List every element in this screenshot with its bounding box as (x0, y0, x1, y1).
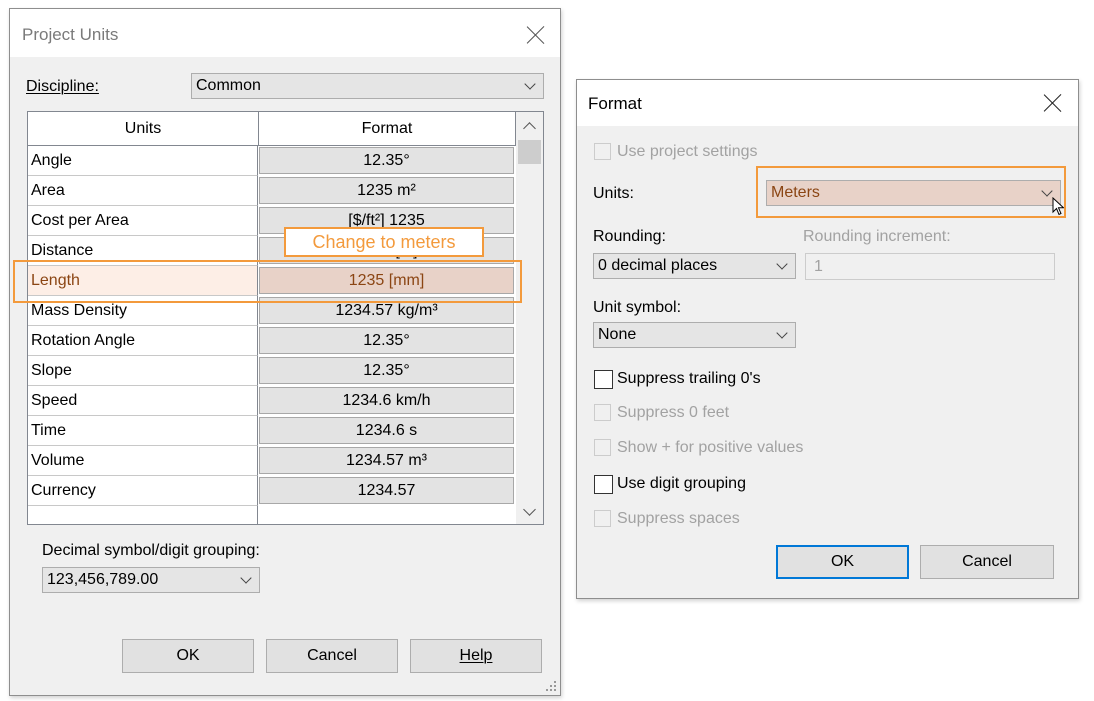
chevron-down-icon (1041, 185, 1053, 197)
unit-symbol-value: None (598, 326, 637, 343)
decimal-symbol-label: Decimal symbol/digit grouping: (42, 542, 260, 559)
digit-grouping-checkbox[interactable] (594, 475, 613, 494)
use-project-settings-label: Use project settings (617, 143, 758, 160)
format-cell-button[interactable]: 1234.6 s (259, 417, 514, 444)
units-cell: Area (28, 176, 258, 206)
format-cell-button[interactable]: 1235 m² (259, 177, 514, 204)
decimal-symbol-value: 123,456,789.00 (47, 571, 159, 588)
close-icon[interactable] (526, 25, 546, 45)
suppress-spaces-label: Suppress spaces (617, 510, 740, 527)
format-cancel-button[interactable]: Cancel (920, 545, 1054, 579)
units-cell: Speed (28, 386, 258, 416)
format-cell-button[interactable]: 1235 [mm] (259, 267, 514, 294)
decimal-symbol-select[interactable]: 123,456,789.00 (42, 567, 260, 593)
units-cell: Slope (28, 356, 258, 386)
suppress-trailing-zeros-label: Suppress trailing 0's (617, 370, 761, 387)
units-cell: Time (28, 416, 258, 446)
units-cell: Length (28, 266, 258, 296)
table-row[interactable]: Speed 1234.6 km/h (28, 386, 516, 416)
scrollbar-thumb[interactable] (518, 140, 541, 164)
format-titlebar: Format (577, 80, 1078, 126)
rounding-increment-label: Rounding increment: (803, 228, 951, 245)
format-ok-button[interactable]: OK (776, 545, 909, 579)
units-cell: Distance (28, 236, 258, 266)
project-units-title: Project Units (22, 25, 119, 44)
scroll-up-icon[interactable] (523, 122, 536, 135)
rounding-label: Rounding: (593, 228, 666, 245)
units-cell: Volume (28, 446, 258, 476)
discipline-label: Discipline: (26, 78, 99, 95)
mouse-cursor-icon (1052, 197, 1065, 216)
table-row[interactable]: Volume 1234.57 m³ (28, 446, 516, 476)
change-to-meters-callout: Change to meters (284, 227, 484, 257)
show-plus-label: Show + for positive values (617, 439, 804, 456)
units-cell: Currency (28, 476, 258, 506)
units-cell: Angle (28, 146, 258, 176)
units-cell-empty (28, 506, 258, 524)
rounding-increment-value: 1 (814, 257, 823, 275)
project-units-titlebar: Project Units (10, 9, 560, 57)
scroll-down-icon[interactable] (523, 503, 536, 516)
column-header-units: Units (28, 112, 259, 146)
discipline-value: Common (196, 77, 261, 94)
chevron-down-icon (776, 327, 788, 339)
discipline-select[interactable]: Common (191, 73, 544, 99)
suppress-spaces-checkbox[interactable] (594, 510, 611, 527)
table-row[interactable]: Rotation Angle 12.35° (28, 326, 516, 356)
format-title: Format (588, 94, 642, 113)
rounding-value: 0 decimal places (598, 257, 718, 274)
units-cell: Rotation Angle (28, 326, 258, 356)
table-row-empty (28, 506, 516, 524)
chevron-down-icon (240, 572, 252, 584)
rounding-select[interactable]: 0 decimal places (593, 253, 796, 279)
format-cell-button[interactable]: 12.35° (259, 147, 514, 174)
unit-symbol-label: Unit symbol: (593, 299, 682, 316)
digit-grouping-label: Use digit grouping (617, 475, 746, 492)
ok-button[interactable]: OK (122, 639, 254, 673)
units-value: Meters (771, 184, 820, 201)
suppress-zero-feet-label: Suppress 0 feet (617, 404, 730, 421)
units-cell: Mass Density (28, 296, 258, 326)
format-cell-button[interactable]: 1234.57 kg/m³ (259, 297, 514, 324)
format-cell-button[interactable]: 1234.6 km/h (259, 387, 514, 414)
table-row[interactable]: Length 1235 [mm] (28, 266, 516, 296)
rounding-increment-input[interactable]: 1 (805, 253, 1055, 280)
units-table-scrollbar[interactable] (516, 112, 543, 524)
use-project-settings-checkbox[interactable] (594, 143, 611, 160)
format-cell-button[interactable]: 12.35° (259, 327, 514, 354)
show-plus-checkbox[interactable] (594, 439, 611, 456)
help-button-label: Help (459, 647, 493, 664)
units-table: Units Format Angle 12.35° Area 1235 m² Cost … (27, 111, 544, 525)
unit-symbol-select[interactable]: None (593, 322, 796, 348)
close-icon[interactable] (1043, 93, 1063, 113)
units-select[interactable]: Meters (766, 180, 1061, 206)
resize-grip-icon[interactable] (545, 680, 557, 692)
table-row[interactable]: Slope 12.35° (28, 356, 516, 386)
column-header-format: Format (259, 112, 516, 146)
units-label: Units: (593, 185, 634, 202)
project-units-dialog: Project Units Discipline: Common Units F… (9, 8, 561, 696)
table-row[interactable]: Time 1234.6 s (28, 416, 516, 446)
units-cell: Cost per Area (28, 206, 258, 236)
format-cell-button[interactable]: 1234.57 (259, 477, 514, 504)
table-row[interactable]: Area 1235 m² (28, 176, 516, 206)
table-row[interactable]: Currency 1234.57 (28, 476, 516, 506)
help-button[interactable]: Help (410, 639, 542, 673)
suppress-zero-feet-checkbox[interactable] (594, 404, 611, 421)
format-cell-button[interactable]: 12.35° (259, 357, 514, 384)
cancel-button[interactable]: Cancel (266, 639, 398, 673)
table-row[interactable]: Angle 12.35° (28, 146, 516, 176)
format-dialog: Format Use project settings Units: Meter… (576, 79, 1079, 599)
suppress-trailing-zeros-checkbox[interactable] (594, 370, 613, 389)
chevron-down-icon (776, 258, 788, 270)
table-row[interactable]: Mass Density 1234.57 kg/m³ (28, 296, 516, 326)
format-cell-button[interactable]: 1234.57 m³ (259, 447, 514, 474)
chevron-down-icon (524, 78, 536, 90)
